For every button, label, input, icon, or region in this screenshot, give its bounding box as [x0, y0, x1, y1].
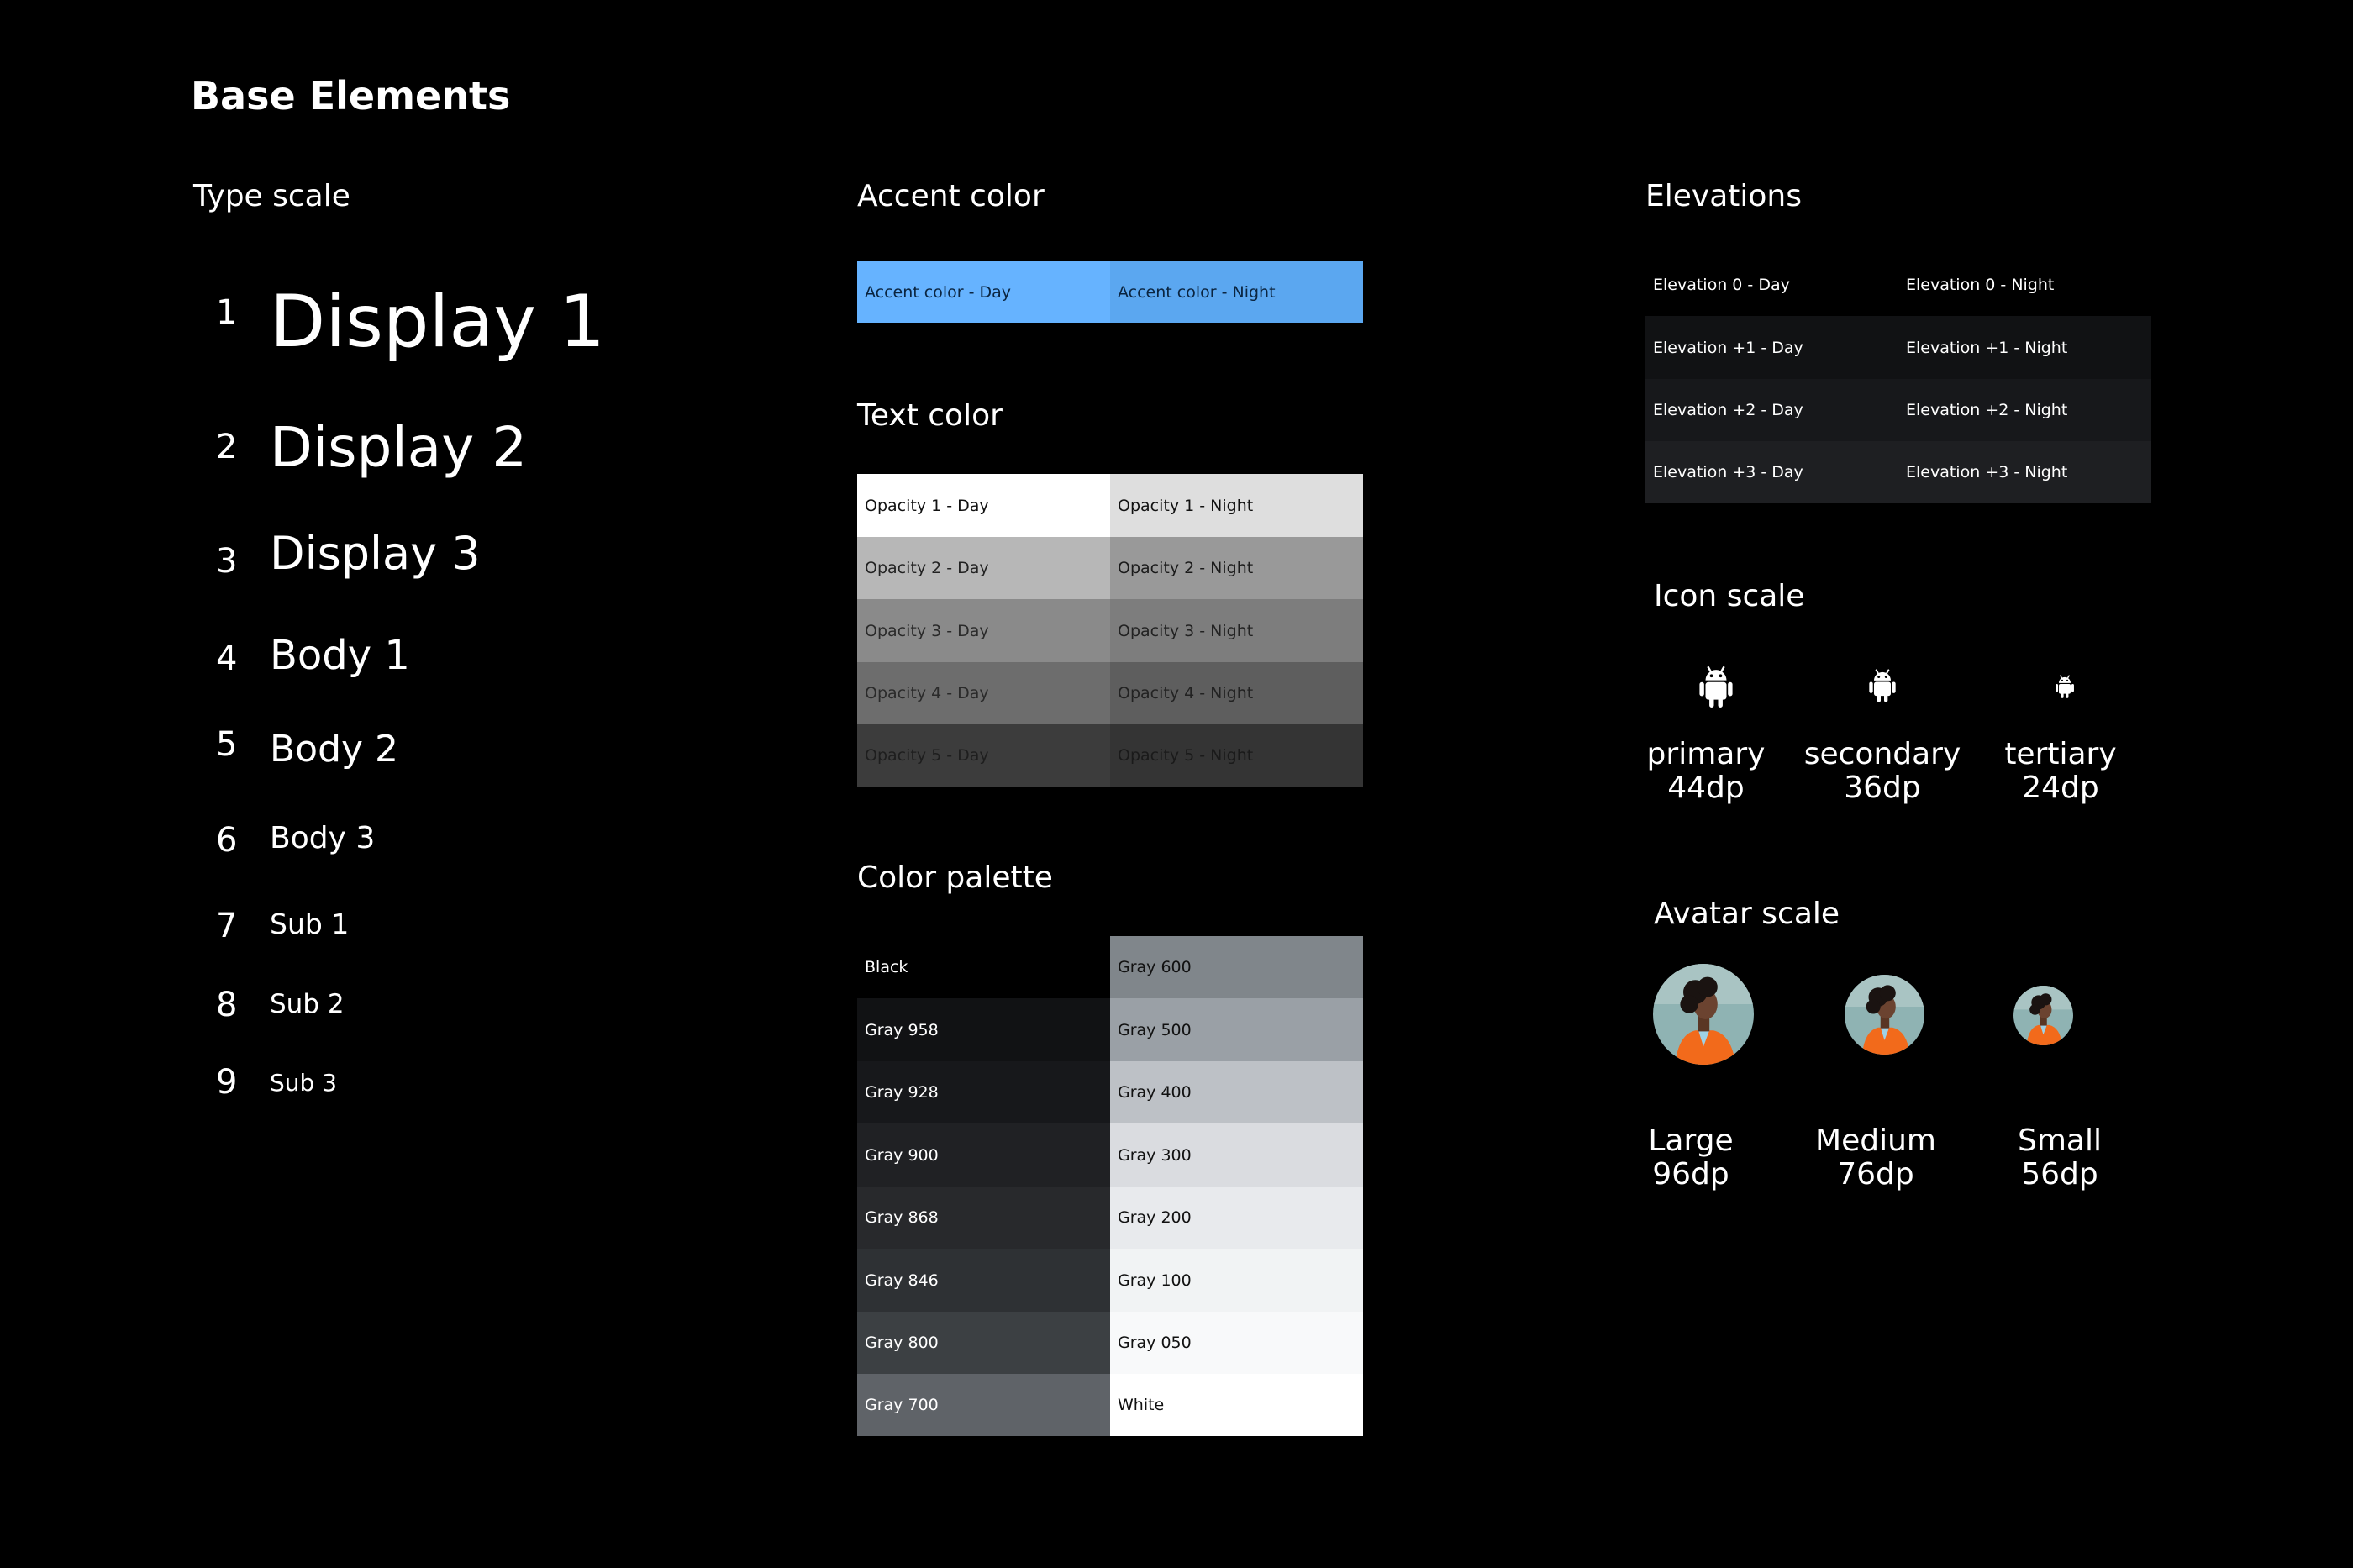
text-color-title: Text color: [857, 398, 1003, 433]
icon-scale-size: 24dp: [2022, 771, 2099, 805]
type-scale-number: 4: [216, 639, 238, 678]
avatar-image: [1653, 964, 1754, 1065]
accent-color-title: Accent color: [857, 179, 1045, 213]
opacity-swatch-night: Opacity 4 - Night: [1110, 662, 1363, 724]
avatar: [2013, 986, 2073, 1045]
palette-swatch: Gray 500: [1110, 998, 1363, 1061]
avatar-scale-size: 96dp: [1652, 1157, 1729, 1192]
palette-swatch: Gray 400: [1110, 1061, 1363, 1123]
opacity-swatch-day: Opacity 5 - Day: [857, 724, 1110, 787]
palette-swatch: Gray 868: [857, 1187, 1110, 1249]
type-scale-label: Sub 3: [270, 1069, 338, 1097]
opacity-swatch-night: Opacity 5 - Night: [1110, 724, 1363, 787]
opacity-swatch-day: Opacity 4 - Day: [857, 662, 1110, 724]
elevation-swatch-night: Elevation +1 - Night: [1898, 316, 2151, 379]
icon-scale-caption: secondary 36dp: [1790, 738, 1975, 805]
elevation-swatch-night: Elevation 0 - Night: [1898, 254, 2151, 316]
palette-swatch: Gray 846: [857, 1249, 1110, 1312]
avatar-scale-caption: Medium 76dp: [1792, 1124, 1960, 1192]
palette-swatch: Gray 300: [1110, 1123, 1363, 1187]
type-scale-label: Sub 2: [270, 989, 345, 1019]
palette-swatch: Gray 700: [857, 1374, 1110, 1436]
type-scale-number: 2: [216, 428, 238, 466]
palette-swatch: Gray 050: [1110, 1312, 1363, 1374]
color-palette-title: Color palette: [857, 860, 1053, 895]
icon-scale-name: primary: [1646, 737, 1766, 771]
avatar-scale-name: Small: [2018, 1123, 2102, 1158]
elevation-swatch-night: Elevation +2 - Night: [1898, 379, 2151, 441]
avatar-scale-title: Avatar scale: [1654, 897, 1840, 931]
type-scale-label: Body 3: [270, 821, 376, 855]
opacity-swatch-day: Opacity 3 - Day: [857, 599, 1110, 662]
type-scale-number: 7: [216, 907, 238, 945]
opacity-swatch-night: Opacity 3 - Night: [1110, 599, 1363, 662]
icon-scale-size: 36dp: [1844, 771, 1921, 805]
avatar-scale-caption: Small 56dp: [1976, 1124, 2144, 1192]
palette-swatch: Black: [857, 936, 1110, 998]
type-scale-number: 1: [216, 293, 238, 332]
elevation-swatch-day: Elevation 0 - Day: [1645, 254, 1898, 316]
type-scale-label: Display 2: [270, 415, 528, 480]
icon-scale-size: 44dp: [1667, 771, 1745, 805]
type-scale-label: Display 1: [270, 280, 606, 364]
page-title: Base Elements: [191, 73, 511, 118]
type-scale-label: Body 2: [270, 728, 399, 771]
type-scale-number: 3: [216, 542, 238, 581]
palette-swatch: Gray 958: [857, 998, 1110, 1061]
accent-swatch-night: Accent color - Night: [1110, 261, 1363, 323]
palette-swatch: Gray 800: [857, 1312, 1110, 1374]
elevation-swatch-day: Elevation +1 - Day: [1645, 316, 1898, 379]
palette-swatch: Gray 600: [1110, 936, 1363, 998]
type-scale-number: 9: [216, 1063, 238, 1102]
avatar-scale-name: Large: [1648, 1123, 1734, 1158]
avatar-scale-size: 56dp: [2021, 1157, 2098, 1192]
palette-swatch: White: [1110, 1374, 1363, 1436]
type-scale-label: Body 1: [270, 632, 410, 679]
type-scale-number: 5: [216, 725, 238, 764]
type-scale-label: Sub 1: [270, 908, 350, 940]
elevation-swatch-day: Elevation +3 - Day: [1645, 441, 1898, 503]
type-scale-label: Display 3: [270, 527, 481, 580]
opacity-swatch-night: Opacity 1 - Night: [1110, 474, 1363, 537]
type-scale-number: 8: [216, 986, 238, 1024]
opacity-swatch-day: Opacity 1 - Day: [857, 474, 1110, 537]
avatar-scale-size: 76dp: [1837, 1157, 1914, 1192]
avatar: [1845, 975, 1924, 1055]
icon-scale-caption: tertiary 24dp: [1977, 738, 2145, 805]
accent-swatch-day: Accent color - Day: [857, 261, 1110, 323]
android-icon: [1699, 666, 1733, 708]
android-icon: [1869, 669, 1896, 702]
opacity-swatch-day: Opacity 2 - Day: [857, 537, 1110, 599]
avatar-scale-caption: Large 96dp: [1607, 1124, 1775, 1192]
avatar-image: [1845, 975, 1924, 1055]
type-scale-title: Type scale: [193, 179, 350, 213]
icon-scale-caption: primary 44dp: [1622, 738, 1790, 805]
palette-swatch: Gray 928: [857, 1061, 1110, 1123]
icon-scale-name: tertiary: [2004, 737, 2117, 771]
opacity-swatch-night: Opacity 2 - Night: [1110, 537, 1363, 599]
palette-swatch: Gray 900: [857, 1123, 1110, 1187]
icon-scale-name: secondary: [1803, 737, 1961, 771]
avatar-image: [2013, 986, 2073, 1045]
elevation-swatch-night: Elevation +3 - Night: [1898, 441, 2151, 503]
palette-swatch: Gray 100: [1110, 1249, 1363, 1312]
palette-swatch: Gray 200: [1110, 1187, 1363, 1249]
avatar-scale-name: Medium: [1815, 1123, 1936, 1158]
elevation-swatch-day: Elevation +2 - Day: [1645, 379, 1898, 441]
elevations-title: Elevations: [1645, 179, 1802, 213]
type-scale-number: 6: [216, 821, 238, 860]
icon-scale-title: Icon scale: [1654, 579, 1805, 613]
avatar: [1653, 964, 1754, 1065]
android-icon: [2056, 675, 2074, 698]
